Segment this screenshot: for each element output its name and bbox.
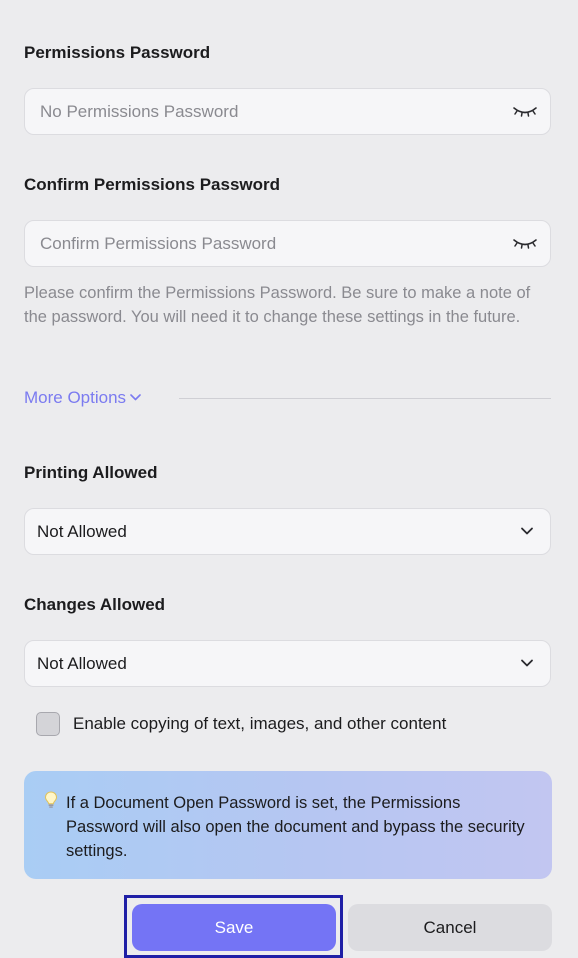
changes-allowed-value: Not Allowed (37, 654, 127, 673)
permissions-password-label: Permissions Password (24, 43, 211, 62)
eye-closed-icon[interactable] (512, 235, 538, 251)
more-options-divider (179, 398, 551, 399)
chevron-down-icon (130, 393, 141, 400)
chevron-down-icon (521, 659, 533, 667)
more-options-label: More Options (24, 388, 127, 407)
lightbulb-icon (44, 791, 58, 808)
enable-copying-label[interactable]: Enable copying of text, images, and othe… (73, 714, 446, 734)
info-text: If a Document Open Password is set, the … (66, 794, 525, 860)
eye-closed-icon[interactable] (512, 103, 538, 119)
more-options-toggle[interactable]: More Options (24, 388, 141, 408)
permissions-password-input[interactable]: No Permissions Password (24, 88, 551, 135)
printing-allowed-value: Not Allowed (37, 522, 127, 541)
permissions-password-placeholder: No Permissions Password (40, 102, 239, 121)
changes-allowed-select[interactable]: Not Allowed (24, 640, 551, 687)
info-notice: If a Document Open Password is set, the … (24, 771, 552, 879)
printing-allowed-select[interactable]: Not Allowed (24, 508, 551, 555)
confirm-password-help: Please confirm the Permissions Password.… (24, 284, 531, 326)
printing-allowed-label: Printing Allowed (24, 463, 158, 482)
confirm-password-input[interactable]: Confirm Permissions Password (24, 220, 551, 267)
confirm-password-placeholder: Confirm Permissions Password (40, 234, 277, 253)
enable-copying-checkbox[interactable] (36, 712, 60, 736)
chevron-down-icon (521, 527, 533, 535)
save-button[interactable]: Save (132, 904, 336, 951)
confirm-password-label: Confirm Permissions Password (24, 175, 281, 194)
cancel-button[interactable]: Cancel (348, 904, 552, 951)
changes-allowed-label: Changes Allowed (24, 595, 166, 614)
